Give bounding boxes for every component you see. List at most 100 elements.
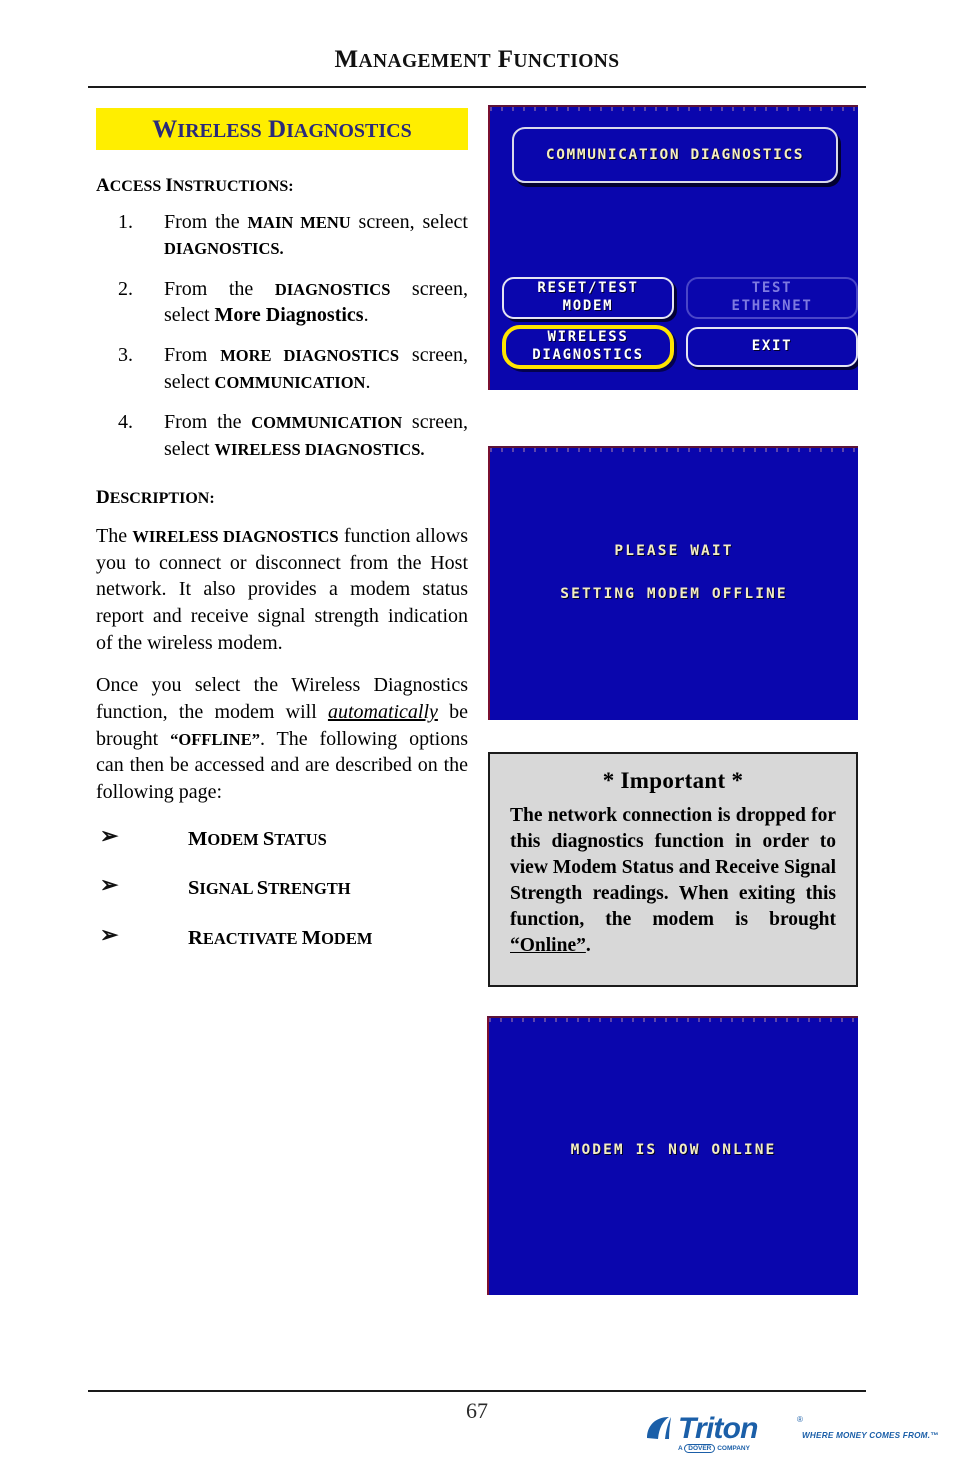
description-paragraph-1: The WIRELESS DIAGNOSTICS function allows… — [96, 523, 468, 656]
desc-p1-term-wireless-diagnostics: WIRELESS DIAGNOSTICS — [132, 526, 339, 546]
reset-test-modem-line1: RESET/TEST — [537, 280, 639, 297]
wireless-diagnostics-line1: WIRELESS — [547, 329, 629, 346]
desc-p2-emphasis-automatically: automatically — [327, 701, 438, 724]
screen-top-noise — [489, 1018, 858, 1022]
step-4-text-a: From the — [164, 411, 252, 434]
screen-top-noise — [490, 107, 858, 111]
access-heading-instructions: NSTRUCTIONS: — [172, 178, 294, 195]
atm-screen-communication-diagnostics: COMMUNICATION DIAGNOSTICS RESET/TEST MOD… — [488, 105, 858, 390]
arrow-bullet-icon: ➢ — [100, 822, 119, 848]
page-title-cap-m: M — [334, 46, 359, 73]
page-title: MANAGEMENT FUNCTIONS — [335, 46, 620, 74]
important-callout-title: * Important * — [602, 768, 744, 793]
dover-company-line: A DOVER COMPANY — [678, 1444, 750, 1453]
wireless-diagnostics-line2: DIAGNOSTICS — [532, 347, 644, 363]
step-2-text-a: From the — [164, 277, 275, 300]
section-title-wireless: IRELESS — [177, 119, 262, 142]
access-step-4: From the COMMUNICATION screen, select WI… — [96, 409, 468, 462]
page-title-cap-f: F — [497, 46, 514, 73]
step-3-text-a: From — [164, 344, 221, 367]
screen1-title-box: COMMUNICATION DIAGNOSTICS — [512, 127, 838, 183]
step-4-term-wireless-diagnostics: WIRELESS DIAGNOSTICS. — [214, 439, 425, 459]
page-title-functions: UNCTIONS — [513, 51, 620, 72]
screen2-message-line1: PLEASE WAIT — [614, 543, 734, 559]
option-3-rest2: ODEM — [321, 928, 373, 948]
test-ethernet-line2: ETHERNET — [731, 298, 813, 314]
access-step-2: From the DIAGNOSTICS screen, select More… — [96, 276, 468, 329]
step-2-term-diagnostics: DIAGNOSTICS — [274, 279, 391, 299]
option-reactivate-modem: ➢ REACTIVATE MODEM — [96, 921, 468, 950]
step-1-text-a: From the — [164, 210, 248, 233]
step-2-text-c: . — [363, 304, 369, 327]
access-step-3: From MORE DIAGNOSTICS screen, select COM… — [96, 342, 468, 395]
important-body-text-a: The network connection is dropped for th… — [510, 805, 836, 931]
important-callout-box: * Important * The network connection is … — [488, 752, 858, 987]
desc-p1-text-a: The — [96, 524, 133, 547]
section-title-cap-d: D — [268, 115, 287, 143]
screen1-button-exit[interactable]: EXIT — [686, 327, 858, 367]
description-paragraph-2: Once you select the Wireless Diagnostics… — [96, 672, 468, 805]
atm-screen-setting-modem-offline: PLEASE WAIT SETTING MODEM OFFLINE — [488, 446, 858, 720]
step-1-term-main-menu: MAIN MENU — [247, 212, 351, 232]
registered-trademark-icon: ® — [797, 1415, 803, 1424]
section-title: WIRELESS DIAGNOSTICS — [152, 117, 411, 142]
access-heading-access: CCESS — [109, 178, 166, 195]
description-heading-cap-d: D — [96, 487, 110, 509]
screen3-message-line1: MODEM IS NOW ONLINE — [570, 1142, 777, 1158]
reset-test-modem-line2: MODEM — [562, 298, 614, 314]
page-header: MANAGEMENT FUNCTIONS — [0, 46, 954, 74]
screen1-button-test-ethernet[interactable]: TEST ETHERNET — [686, 277, 858, 319]
section-title-band: WIRELESS DIAGNOSTICS — [96, 108, 468, 150]
option-1-cap2: S — [262, 827, 275, 850]
footer-divider — [88, 1390, 866, 1392]
step-3-text-c: . — [365, 370, 371, 393]
options-list: ➢ MODEM STATUS ➢ SIGNAL STRENGTH ➢ REACTIVA… — [96, 822, 468, 950]
description-heading: DESCRIPTION: — [96, 487, 468, 509]
section-title-cap-w: W — [152, 115, 178, 143]
access-steps-list: From the MAIN MENU screen, select DIAGNO… — [96, 209, 468, 462]
desc-p2-term-offline: “OFFLINE” — [170, 729, 260, 749]
dover-suffix: COMPANY — [715, 1445, 750, 1452]
arrow-bullet-icon: ➢ — [100, 872, 119, 898]
triton-logo: Triton ® WHERE MONEY COMES FROM.™ A DOVE… — [645, 1412, 938, 1460]
left-column: WIRELESS DIAGNOSTICS ACCESS INSTRUCTIONS… — [96, 108, 468, 976]
step-3-term-communication: COMMUNICATION — [214, 372, 366, 392]
screen1-button-reset-test-modem[interactable]: RESET/TEST MODEM — [502, 277, 674, 319]
access-heading-cap-a: A — [96, 175, 110, 196]
option-1-rest: ODEM — [207, 829, 263, 849]
dover-badge: DOVER — [684, 1444, 716, 1453]
description-heading-rest: ESCRIPTION: — [109, 490, 215, 508]
option-3-rest: EACTIVATE — [202, 928, 302, 948]
step-1-text-b: screen, select — [350, 210, 468, 233]
exit-label: EXIT — [751, 338, 793, 355]
arrow-bullet-icon: ➢ — [100, 921, 119, 947]
important-body-online-term: “Online” — [510, 935, 586, 957]
screen1-button-wireless-diagnostics[interactable]: WIRELESS DIAGNOSTICS — [502, 325, 674, 369]
option-3-cap2: M — [301, 926, 322, 949]
access-heading-cap-i: I — [165, 175, 173, 196]
option-3-cap: R — [188, 926, 203, 949]
option-1-cap: M — [188, 827, 208, 850]
important-callout-body: The network connection is dropped for th… — [510, 803, 836, 959]
step-4-term-communication: COMMUNICATION — [251, 413, 403, 433]
step-2-term-more-diagnostics: More Diagnostics — [214, 304, 364, 327]
option-modem-status: ➢ MODEM STATUS — [96, 822, 468, 851]
triton-wordmark: Triton — [678, 1412, 758, 1445]
atm-screen-modem-now-online: MODEM IS NOW ONLINE — [487, 1016, 858, 1295]
option-2-rest2: TRENGTH — [268, 879, 351, 899]
test-ethernet-line1: TEST — [751, 280, 793, 297]
screen-top-noise — [490, 448, 858, 452]
access-step-1: From the MAIN MENU screen, select DIAGNO… — [96, 209, 468, 262]
screen2-message-line2: SETTING MODEM OFFLINE — [560, 586, 788, 602]
access-instructions-heading: ACCESS INSTRUCTIONS: — [96, 175, 468, 197]
triton-tagline: WHERE MONEY COMES FROM.™ — [802, 1431, 939, 1440]
step-3-term-more-diagnostics: MORE DIAGNOSTICS — [220, 346, 400, 366]
section-title-diagnostics: IAGNOSTICS — [286, 119, 412, 142]
important-body-text-b: . — [585, 935, 591, 957]
option-2-rest: IGNAL — [199, 879, 257, 899]
page-title-management: ANAGEMENT — [358, 51, 492, 72]
option-2-cap2: S — [256, 877, 269, 900]
triton-shell-icon — [647, 1417, 671, 1439]
screen1-title-text: COMMUNICATION DIAGNOSTICS — [545, 147, 805, 163]
step-1-term-diagnostics: DIAGNOSTICS. — [164, 239, 284, 259]
